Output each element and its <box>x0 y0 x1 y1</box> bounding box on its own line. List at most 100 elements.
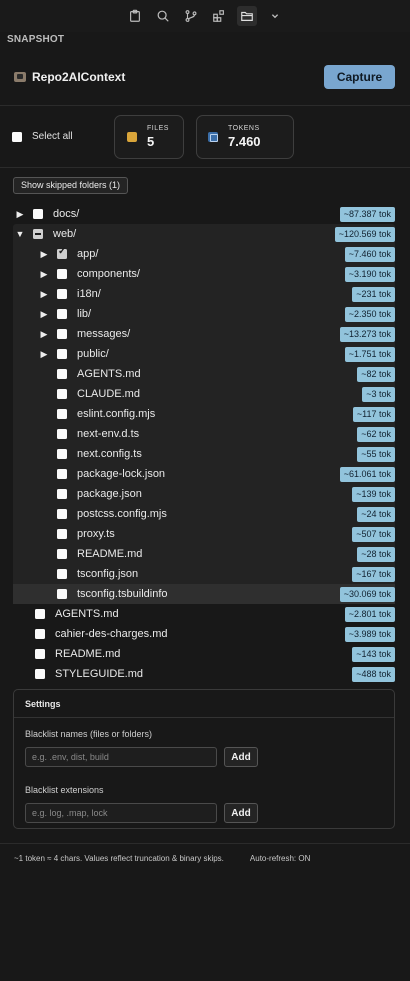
tree-row-folder[interactable]: ▼ web/ ~120.569 tok <box>13 224 395 244</box>
expand-arrow-icon[interactable]: ▶ <box>13 209 27 220</box>
row-checkbox[interactable] <box>33 209 43 219</box>
expand-arrow-icon[interactable]: ▶ <box>37 249 51 260</box>
row-checkbox[interactable] <box>35 629 45 639</box>
select-all[interactable]: Select all <box>12 131 114 142</box>
tree-row-file[interactable]: cahier-des-charges.md ~3.989 tok <box>13 624 395 644</box>
select-all-checkbox[interactable] <box>12 131 22 142</box>
row-name: eslint.config.mjs <box>77 408 156 420</box>
row-checkbox[interactable] <box>35 649 45 659</box>
token-badge: ~13.273 tok <box>339 327 395 342</box>
tree-row-folder[interactable]: ▶ public/ ~1.751 tok <box>13 344 395 364</box>
tree-row-file[interactable]: STYLEGUIDE.md ~488 tok <box>13 664 395 684</box>
row-checkbox[interactable] <box>57 289 67 299</box>
chevron-down-icon[interactable] <box>265 6 285 26</box>
token-badge: ~2.350 tok <box>344 307 395 322</box>
row-checkbox[interactable] <box>57 589 67 599</box>
token-badge: ~507 tok <box>352 527 395 542</box>
header: Repo2AIContext Capture <box>0 48 410 106</box>
tree-row-folder[interactable]: ▶ components/ ~3.190 tok <box>13 264 395 284</box>
tree-row-folder[interactable]: ▶ docs/ ~87.387 tok <box>13 204 395 224</box>
row-checkbox[interactable] <box>57 429 67 439</box>
root-files: AGENTS.md ~2.801 tok cahier-des-charges.md… <box>13 604 410 684</box>
add-blacklist-name-button[interactable]: Add <box>224 747 258 767</box>
stats-bar: Select all FILES 5 TOKENS 7.460 <box>0 106 410 168</box>
row-checkbox[interactable] <box>57 409 67 419</box>
token-badge: ~61.061 tok <box>339 467 395 482</box>
expand-arrow-icon[interactable]: ▶ <box>37 309 51 320</box>
row-checkbox[interactable] <box>57 549 67 559</box>
collapse-arrow-icon[interactable]: ▼ <box>13 229 27 239</box>
token-note: ~1 token ≈ 4 chars. Values reflect trunc… <box>14 854 224 863</box>
expand-arrow-icon[interactable]: ▶ <box>37 329 51 340</box>
folder-panel-icon[interactable] <box>237 6 257 26</box>
camera-icon <box>14 71 26 82</box>
tree-row-file[interactable]: CLAUDE.md ~3 tok <box>13 384 395 404</box>
tokens-label: TOKENS <box>228 124 260 132</box>
token-badge: ~231 tok <box>352 287 395 302</box>
tree-row-file[interactable]: tsconfig.json ~167 tok <box>13 564 395 584</box>
row-name: lib/ <box>77 308 92 320</box>
row-checkbox[interactable] <box>35 669 45 679</box>
tree-row-folder[interactable]: ▶ i18n/ ~231 tok <box>13 284 395 304</box>
tree-row-file[interactable]: README.md ~143 tok <box>13 644 395 664</box>
tree-row-folder[interactable]: ▶ app/ ~7.460 tok <box>13 244 395 264</box>
tree-row-file[interactable]: package-lock.json ~61.061 tok <box>13 464 395 484</box>
token-badge: ~82 tok <box>357 367 395 382</box>
blacklist-names-label: Blacklist names (files or folders) <box>25 729 153 739</box>
row-checkbox[interactable] <box>57 509 67 519</box>
row-name: proxy.ts <box>77 528 115 540</box>
token-badge: ~3 tok <box>362 387 395 402</box>
web-children: ▶ app/ ~7.460 tok ▶ components/ ~3.190 tok ▶ i1… <box>13 244 395 604</box>
expand-arrow-icon[interactable]: ▶ <box>37 289 51 300</box>
tree-row-file[interactable]: proxy.ts ~507 tok <box>13 524 395 544</box>
tree-row-file[interactable]: README.md ~28 tok <box>13 544 395 564</box>
extensions-icon[interactable] <box>209 6 229 26</box>
row-name: i18n/ <box>77 288 101 300</box>
row-checkbox[interactable] <box>57 269 67 279</box>
expand-arrow-icon[interactable]: ▶ <box>37 269 51 280</box>
expand-arrow-icon[interactable]: ▶ <box>37 349 51 360</box>
token-badge: ~3.190 tok <box>344 267 395 282</box>
row-checkbox[interactable] <box>57 309 67 319</box>
tree-row-file[interactable]: AGENTS.md ~2.801 tok <box>13 604 395 624</box>
row-name: messages/ <box>77 328 131 340</box>
tree-row-folder[interactable]: ▶ lib/ ~2.350 tok <box>13 304 395 324</box>
row-checkbox[interactable] <box>57 349 67 359</box>
tree-row-file[interactable]: tsconfig.tsbuildinfo ~30.069 tok <box>13 584 395 604</box>
add-blacklist-extension-button[interactable]: Add <box>224 803 258 823</box>
row-checkbox[interactable] <box>57 449 67 459</box>
tree-row-folder[interactable]: ▶ messages/ ~13.273 tok <box>13 324 395 344</box>
blacklist-extensions-input[interactable] <box>25 803 217 823</box>
row-checkbox[interactable] <box>57 529 67 539</box>
row-checkbox[interactable] <box>33 229 43 239</box>
tree-row-file[interactable]: package.json ~139 tok <box>13 484 395 504</box>
row-checkbox[interactable] <box>57 329 67 339</box>
row-name: next.config.ts <box>77 448 142 460</box>
row-checkbox[interactable] <box>57 489 67 499</box>
token-badge: ~24 tok <box>357 507 395 522</box>
capture-button[interactable]: Capture <box>324 64 395 89</box>
row-checkbox[interactable] <box>57 569 67 579</box>
row-checkbox[interactable] <box>57 389 67 399</box>
token-badge: ~1.751 tok <box>344 347 395 362</box>
row-checkbox[interactable] <box>57 469 67 479</box>
blacklist-names-input[interactable] <box>25 747 217 767</box>
footer: ~1 token ≈ 4 chars. Values reflect trunc… <box>0 843 410 873</box>
row-checkbox[interactable] <box>57 369 67 379</box>
tree-row-file[interactable]: AGENTS.md ~82 tok <box>13 364 395 384</box>
show-skipped-folders-button[interactable]: Show skipped folders (1) <box>13 176 129 194</box>
tree-row-file[interactable]: next.config.ts ~55 tok <box>13 444 395 464</box>
token-badge: ~2.801 tok <box>344 607 395 622</box>
tree-row-file[interactable]: eslint.config.mjs ~117 tok <box>13 404 395 424</box>
row-name: README.md <box>77 548 143 560</box>
row-checkbox[interactable] <box>57 246 67 259</box>
search-icon[interactable] <box>153 6 173 26</box>
settings-panel: Settings Blacklist names (files or folde… <box>13 689 395 829</box>
tree-row-file[interactable]: postcss.config.mjs ~24 tok <box>13 504 395 524</box>
skip-row: Show skipped folders (1) <box>0 168 410 201</box>
row-name: package.json <box>77 488 142 500</box>
row-checkbox[interactable] <box>35 609 45 619</box>
clipboard-icon[interactable] <box>125 6 145 26</box>
source-control-icon[interactable] <box>181 6 201 26</box>
tree-row-file[interactable]: next-env.d.ts ~62 tok <box>13 424 395 444</box>
